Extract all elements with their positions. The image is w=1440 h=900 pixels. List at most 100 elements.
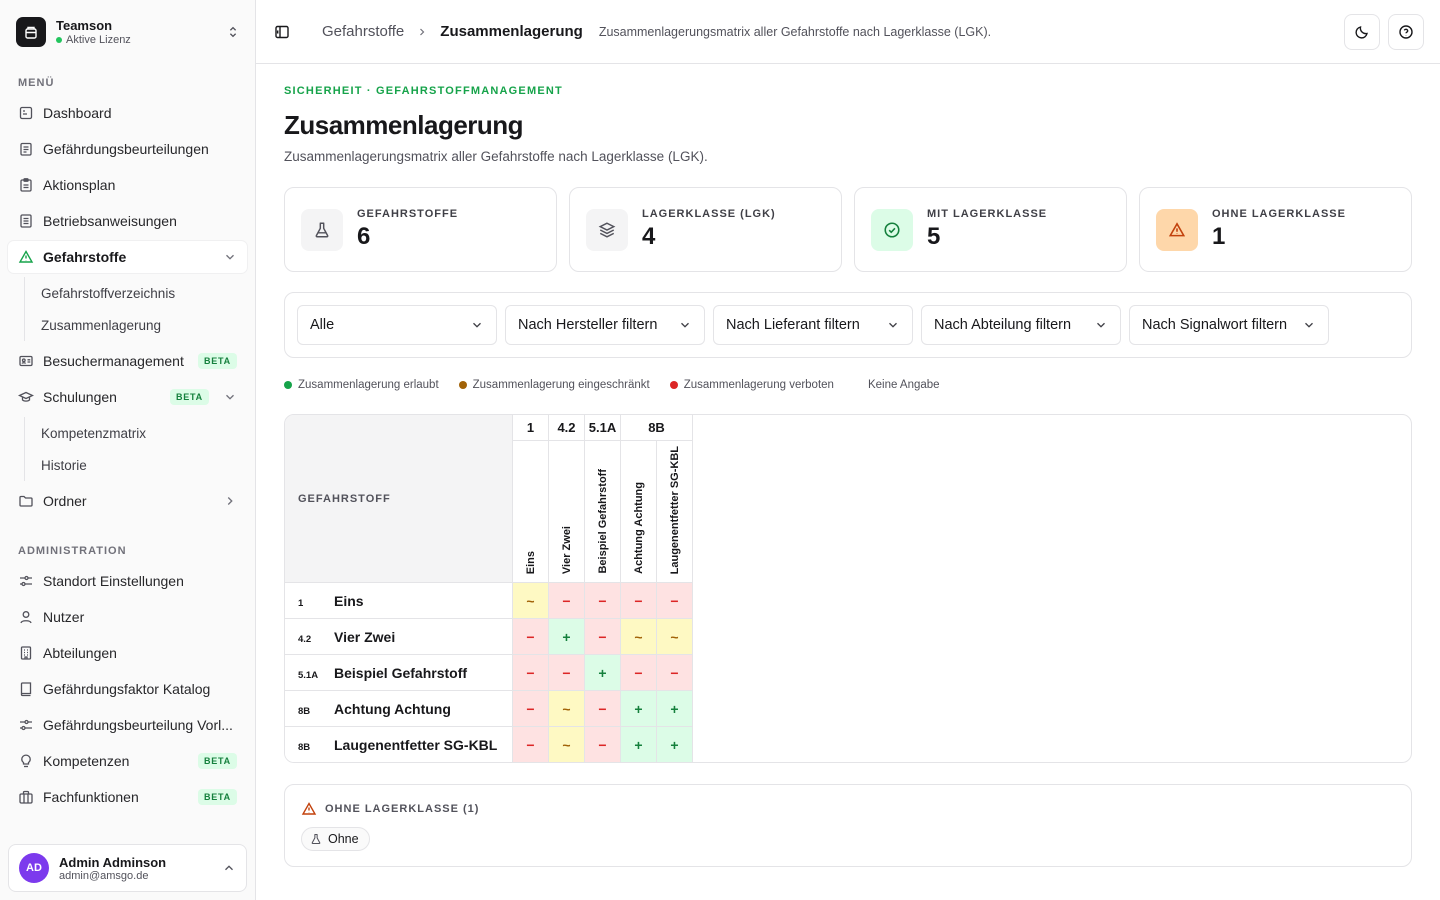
document-icon xyxy=(18,213,34,229)
menu-section-label: MENÜ xyxy=(18,77,55,89)
chevron-down-icon xyxy=(886,318,900,332)
select-value: Nach Signalwort filtern xyxy=(1142,317,1288,333)
chevron-down-icon xyxy=(223,390,237,404)
filter-bar: Alle Nach Hersteller filtern Nach Liefer… xyxy=(284,292,1412,358)
matrix-cell: ~ xyxy=(656,618,693,655)
sidebar-item-fachfunktionen[interactable]: Fachfunktionen BETA xyxy=(8,781,247,813)
chevron-right-icon xyxy=(223,494,237,508)
sidebar-item-kompetenzen[interactable]: Kompetenzen BETA xyxy=(8,745,247,777)
admin-nav: Standort Einstellungen Nutzer Abteilunge… xyxy=(8,565,247,817)
sidebar-item-gefaehrdungsbeurteilungen[interactable]: Gefährdungsbeurteilungen xyxy=(8,133,247,165)
sidebar-item-label: Gefährdungsbeurteilung Vorl... xyxy=(43,717,233,733)
sliders-icon xyxy=(18,717,34,733)
matrix-cell: − xyxy=(656,582,693,619)
matrix-cell: − xyxy=(548,654,585,691)
org-name: Teamson xyxy=(56,18,113,33)
sidebar-item-kompetenzmatrix[interactable]: Kompetenzmatrix xyxy=(41,417,247,449)
signalwort-select[interactable]: Nach Signalwort filtern xyxy=(1129,305,1329,345)
row-label: 5.1A Beispiel Gefahrstoff xyxy=(285,654,513,691)
sidebar-item-schulungen[interactable]: Schulungen BETA xyxy=(8,381,247,413)
folder-icon xyxy=(18,493,34,509)
row-name: Laugenentfetter SG-KBL xyxy=(334,736,498,753)
lieferant-select[interactable]: Nach Lieferant filtern xyxy=(713,305,913,345)
matrix-cell: − xyxy=(584,618,621,655)
select-value: Nach Lieferant filtern xyxy=(726,317,860,333)
clipboard-list-icon xyxy=(18,141,34,157)
sidebar-item-dashboard[interactable]: Dashboard xyxy=(8,97,247,129)
row-class: 4.2 xyxy=(298,633,312,645)
sidebar-item-gefaehrdungsfaktor-katalog[interactable]: Gefährdungsfaktor Katalog xyxy=(8,673,247,705)
sidebar-item-label: Dashboard xyxy=(43,105,112,121)
legend-item-keine-angabe: Keine Angabe xyxy=(868,379,940,391)
class-group-header: 1 xyxy=(512,415,549,441)
sidebar-item-standort-einstellungen[interactable]: Standort Einstellungen xyxy=(8,565,247,597)
page-lead: Zusammenlagerungsmatrix aller Gefahrstof… xyxy=(284,149,708,164)
matrix-cell: ~ xyxy=(548,690,585,727)
admin-section-label: ADMINISTRATION xyxy=(18,545,127,557)
help-button[interactable] xyxy=(1388,14,1424,50)
sidebar-toggle-icon[interactable] xyxy=(274,24,290,40)
column-label: Vier Zwei xyxy=(560,525,573,574)
warning-icon xyxy=(1156,208,1198,251)
hersteller-select[interactable]: Nach Hersteller filtern xyxy=(505,305,705,345)
graduation-cap-icon xyxy=(18,389,34,405)
row-class: 1 xyxy=(298,597,304,609)
moon-icon xyxy=(1354,24,1370,40)
lightbulb-icon xyxy=(18,753,34,769)
beta-badge: BETA xyxy=(197,789,237,805)
ohne-lagerklasse-card: OHNE LAGERKLASSE (1) Ohne xyxy=(284,784,1412,867)
org-switcher[interactable]: Teamson Aktive Lizenz xyxy=(8,8,248,56)
table-row: 8B Achtung Achtung − ~ − + + xyxy=(285,690,693,727)
breadcrumb-parent[interactable]: Gefahrstoffe xyxy=(322,23,404,40)
legend-label: Keine Angabe xyxy=(867,379,940,391)
flask-icon xyxy=(310,833,322,845)
select-value: Nach Hersteller filtern xyxy=(518,317,658,333)
lagerklasse-select[interactable]: Alle xyxy=(297,305,497,345)
sidebar-item-label: Betriebsanweisungen xyxy=(43,213,177,229)
substance-chip-label: Ohne xyxy=(328,832,359,846)
building-icon xyxy=(18,645,34,661)
row-class: 8B xyxy=(298,705,311,717)
class-group-header: 8B xyxy=(620,415,693,441)
hazard-triangle-icon xyxy=(18,249,34,265)
substance-chip[interactable]: Ohne xyxy=(301,827,370,851)
sidebar-item-label: Abteilungen xyxy=(43,645,117,661)
sidebar-item-besuchermanagement[interactable]: Besuchermanagement BETA xyxy=(8,345,247,377)
stat-card-gefahrstoffe: GEFAHRSTOFFE 6 xyxy=(284,187,557,272)
breadcrumb-chevron-icon xyxy=(416,26,428,38)
column-header: Laugenentfetter SG-KBL xyxy=(656,440,693,583)
storage-matrix-table: GEFAHRSTOFF 1 4.2 5.1A 8B Eins Vier Zwei… xyxy=(285,415,693,762)
sidebar-item-gefaehrdungsbeurteilung-vorlagen[interactable]: Gefährdungsbeurteilung Vorl... xyxy=(8,709,247,741)
abteilung-select[interactable]: Nach Abteilung filtern xyxy=(921,305,1121,345)
sidebar-item-abteilungen[interactable]: Abteilungen xyxy=(8,637,247,669)
sidebar-item-historie[interactable]: Historie xyxy=(41,449,247,481)
column-header: Beispiel Gefahrstoff xyxy=(584,440,621,583)
sidebar-item-label: Standort Einstellungen xyxy=(43,573,184,589)
sidebar-item-label: Schulungen xyxy=(43,389,117,405)
legend-dot xyxy=(458,381,467,389)
sidebar-item-gefahrstoffverzeichnis[interactable]: Gefahrstoffverzeichnis xyxy=(41,277,247,309)
sidebar-item-ordner[interactable]: Ordner xyxy=(8,485,247,517)
breadcrumb-current: Zusammenlagerung xyxy=(440,23,583,40)
chevron-down-icon xyxy=(470,318,484,332)
matrix-cell: ~ xyxy=(620,618,657,655)
row-label: 1 Eins xyxy=(285,582,513,619)
page-eyebrow: SICHERHEIT · GEFAHRSTOFFMANAGEMENT xyxy=(284,85,563,97)
stat-label: LAGERKLASSE (LGK) xyxy=(642,208,776,220)
layers-icon xyxy=(586,208,628,251)
user-menu[interactable]: AD Admin Adminson admin@amsgo.de xyxy=(8,844,247,892)
sidebar-item-aktionsplan[interactable]: Aktionsplan xyxy=(8,169,247,201)
stat-label: MIT LAGERKLASSE xyxy=(927,208,1048,220)
table-row: 4.2 Vier Zwei − + − ~ ~ xyxy=(285,618,693,655)
schulungen-submenu: Kompetenzmatrix Historie xyxy=(24,417,247,481)
theme-toggle-button[interactable] xyxy=(1344,14,1380,50)
sidebar-item-gefahrstoffe[interactable]: Gefahrstoffe xyxy=(8,241,247,273)
matrix-cell: − xyxy=(656,654,693,691)
matrix-cell: + xyxy=(620,726,657,762)
chevron-down-icon xyxy=(678,318,692,332)
column-header: Achtung Achtung xyxy=(620,440,657,583)
sidebar-item-zusammenlagerung[interactable]: Zusammenlagerung xyxy=(41,309,247,341)
sidebar-item-nutzer[interactable]: Nutzer xyxy=(8,601,247,633)
sidebar-item-betriebsanweisungen[interactable]: Betriebsanweisungen xyxy=(8,205,247,237)
matrix-cell: − xyxy=(584,726,621,762)
